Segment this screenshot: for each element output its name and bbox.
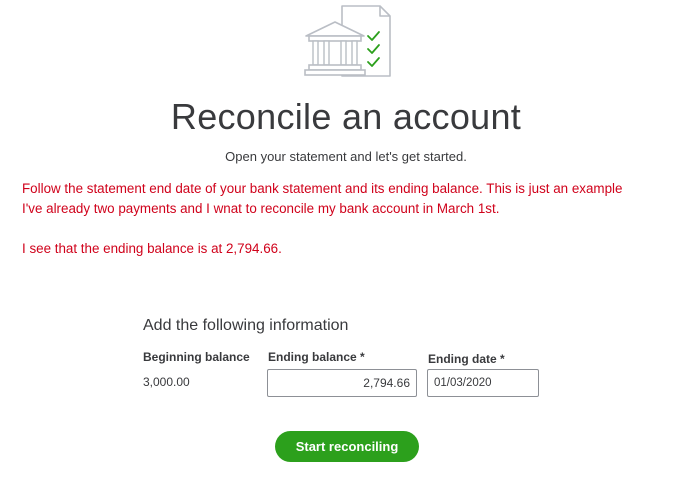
ending-date-input[interactable] — [427, 369, 539, 397]
ending-balance-label: Ending balance * — [268, 350, 365, 364]
annotation-line-1: Follow the statement end date of your ba… — [22, 181, 623, 196]
ending-balance-input[interactable] — [267, 369, 417, 397]
page-subtitle: Open your statement and let's get starte… — [225, 149, 467, 164]
annotation-line-3: I see that the ending balance is at 2,79… — [22, 241, 282, 256]
form-heading: Add the following information — [143, 317, 349, 334]
annotation-line-2: I've already two payments and I wnat to … — [22, 201, 500, 216]
bank-document-checklist-icon — [304, 5, 391, 77]
beginning-balance-label: Beginning balance — [143, 350, 250, 364]
start-reconciling-button[interactable]: Start reconciling — [275, 431, 419, 462]
ending-date-label: Ending date * — [428, 352, 505, 366]
beginning-balance-value: 3,000.00 — [143, 375, 190, 389]
page-title: Reconcile an account — [170, 96, 522, 137]
